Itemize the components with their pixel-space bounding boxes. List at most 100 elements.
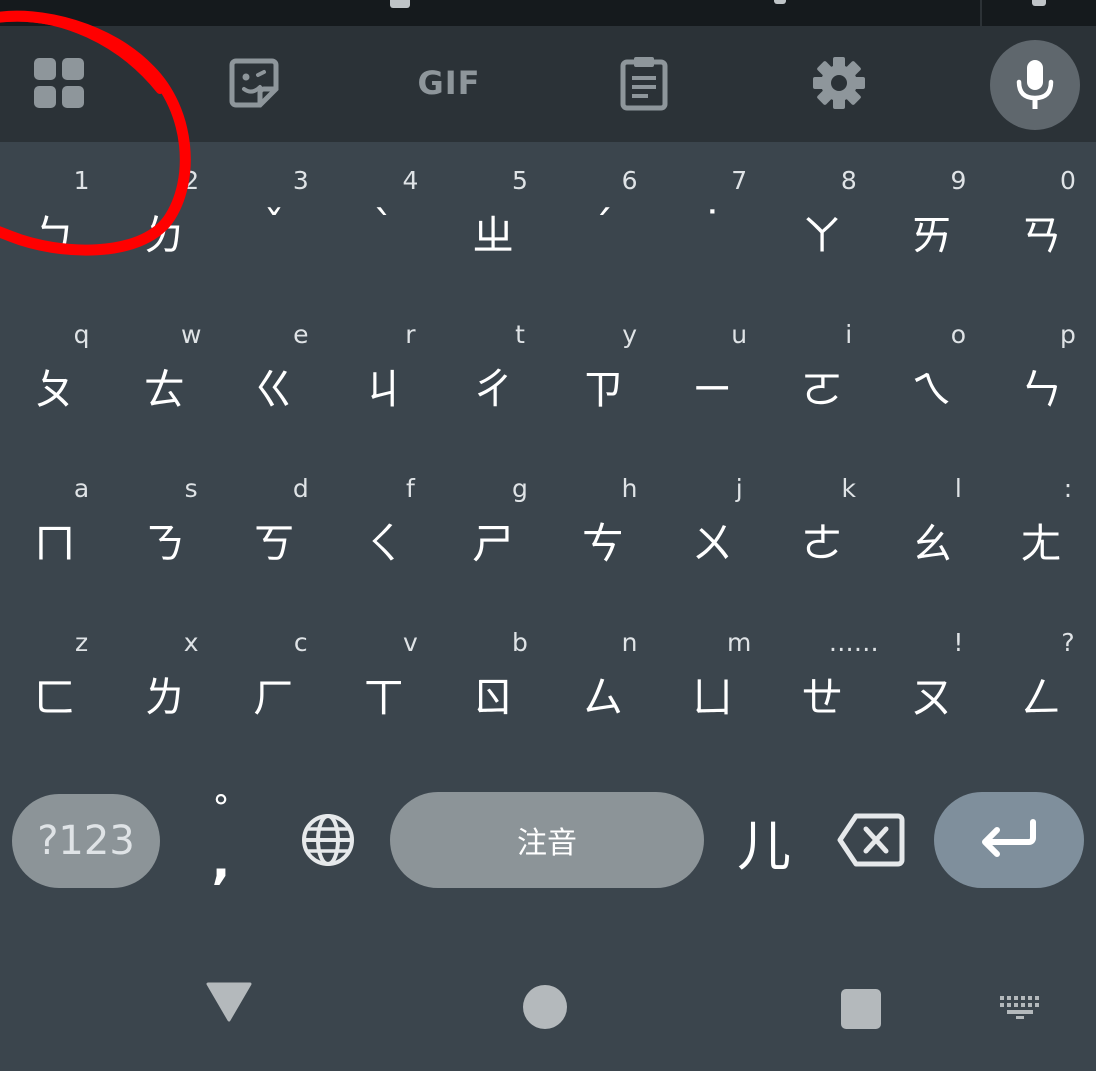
key-4-2[interactable]: xㄌ bbox=[110, 604, 220, 758]
key-1-8[interactable]: 8ㄚ bbox=[767, 142, 877, 296]
key-2-10[interactable]: pㄣ bbox=[986, 296, 1096, 450]
key-4-10[interactable]: ? ㄥ bbox=[986, 604, 1096, 758]
key-symbol: ㄏ bbox=[252, 673, 295, 722]
key-symbol: ㄨ bbox=[691, 519, 734, 568]
key-hint: l bbox=[954, 474, 962, 503]
key-1-6[interactable]: 6ˊ bbox=[548, 142, 658, 296]
key-2-8[interactable]: iㄛ bbox=[767, 296, 877, 450]
key-hint: e bbox=[293, 320, 309, 349]
key-4-1[interactable]: zㄈ bbox=[0, 604, 110, 758]
key-2-5[interactable]: tㄔ bbox=[438, 296, 548, 450]
zhuyin-keyboard: 1 ㄅ 2 ㄉ 3 ˇ 4 ˋ 5 ㄓ 6 ˊ 7 ˙ 8 ㄚ 9 ㄞ 0 ㄢ qㄆwㄊeㄍrㄐtㄔyㄗuㄧiㄛoㄟp… bbox=[0, 142, 1096, 774]
key-1-1[interactable]: 1ㄅ bbox=[0, 142, 110, 296]
language-switch-key[interactable] bbox=[298, 810, 358, 874]
key-3-6[interactable]: hㄘ bbox=[548, 450, 658, 604]
key-symbol: ㄚ bbox=[800, 211, 843, 260]
key-symbol: ㄒ bbox=[362, 673, 405, 722]
key-2-9[interactable]: oㄟ bbox=[877, 296, 987, 450]
key-2-7[interactable]: uㄧ bbox=[658, 296, 768, 450]
key-1-4[interactable]: 4ˋ bbox=[329, 142, 439, 296]
key-symbol: ㄓ bbox=[472, 211, 515, 260]
key-2-3[interactable]: eㄍ bbox=[219, 296, 329, 450]
er-key[interactable]: 儿 bbox=[722, 802, 806, 882]
key-symbol: ㄉ bbox=[143, 211, 186, 260]
key-3-1[interactable]: aㄇ bbox=[0, 450, 110, 604]
key-1-2[interactable]: 2ㄉ bbox=[110, 142, 220, 296]
key-symbol: ˙ bbox=[701, 202, 723, 251]
key-symbol: ㄇ bbox=[33, 519, 76, 568]
key-hint: g bbox=[512, 474, 528, 503]
enter-key[interactable] bbox=[934, 792, 1084, 888]
key-2-6[interactable]: yㄗ bbox=[548, 296, 658, 450]
key-4-6[interactable]: nㄙ bbox=[548, 604, 658, 758]
key-1-7[interactable]: 7 ˙ bbox=[658, 142, 768, 296]
key-4-3[interactable]: cㄏ bbox=[219, 604, 329, 758]
key-3-3[interactable]: dㄎ bbox=[219, 450, 329, 604]
key-3-10[interactable]: :ㄤ bbox=[986, 450, 1096, 604]
key-1-5[interactable]: 5ㄓ bbox=[438, 142, 548, 296]
key-hint: p bbox=[1060, 320, 1076, 349]
punctuation-key[interactable]: ° , bbox=[196, 788, 246, 898]
key-hint: i bbox=[845, 320, 853, 349]
key-symbol: ㄗ bbox=[581, 365, 624, 414]
key-hint: 2 bbox=[183, 166, 200, 195]
key-2-4[interactable]: rㄐ bbox=[329, 296, 439, 450]
key-hint: d bbox=[292, 474, 309, 503]
backspace-key[interactable] bbox=[836, 812, 906, 872]
clipboard-icon[interactable] bbox=[614, 53, 674, 113]
key-3-2[interactable]: sㄋ bbox=[110, 450, 220, 604]
key-symbol: ㄙ bbox=[581, 673, 624, 722]
key-symbol: ㄤ bbox=[1020, 519, 1063, 568]
gear-icon[interactable] bbox=[809, 53, 869, 113]
sticker-icon[interactable] bbox=[224, 53, 284, 113]
key-hint: 1 bbox=[73, 166, 90, 195]
key-3-4[interactable]: fㄑ bbox=[329, 450, 439, 604]
key-2-1[interactable]: qㄆ bbox=[0, 296, 110, 450]
key-symbol: ㄢ bbox=[1020, 211, 1063, 260]
key-symbol: ㄍ bbox=[252, 365, 295, 414]
microphone-button[interactable] bbox=[990, 40, 1080, 130]
backspace-icon bbox=[837, 813, 905, 867]
keyboard-bottom-row: ?123 ° , 注音 儿 bbox=[0, 774, 1096, 904]
key-3-8[interactable]: kㄜ bbox=[767, 450, 877, 604]
key-symbol: ˋ bbox=[373, 202, 395, 251]
key-symbol: ㄣ bbox=[1020, 365, 1063, 414]
key-2-2[interactable]: wㄊ bbox=[110, 296, 220, 450]
keyboard-toolbar: GIF bbox=[0, 26, 1096, 142]
recents-square-icon[interactable] bbox=[840, 988, 882, 1034]
degree-symbol: ° bbox=[212, 788, 230, 828]
keyboard-row-3: aㄇsㄋdㄎfㄑgㄕhㄘjㄨkㄜlㄠ:ㄤ bbox=[0, 450, 1096, 604]
key-3-9[interactable]: lㄠ bbox=[877, 450, 987, 604]
symbols-key[interactable]: ?123 bbox=[12, 794, 160, 888]
key-4-5[interactable]: bㄖ bbox=[438, 604, 548, 758]
key-symbol: ㄡ bbox=[910, 673, 953, 722]
key-hint: n bbox=[621, 628, 638, 657]
key-4-7[interactable]: mㄩ bbox=[658, 604, 768, 758]
key-1-9[interactable]: 9ㄞ bbox=[877, 142, 987, 296]
home-circle-icon[interactable] bbox=[522, 984, 568, 1034]
key-1-3[interactable]: 3ˇ bbox=[219, 142, 329, 296]
gif-icon[interactable]: GIF bbox=[417, 53, 479, 113]
key-hint: 9 bbox=[950, 166, 967, 195]
status-icon-fragment bbox=[1032, 0, 1046, 6]
microphone-icon bbox=[1016, 60, 1054, 109]
key-3-7[interactable]: jㄨ bbox=[658, 450, 768, 604]
key-symbol: ㄅ bbox=[33, 211, 76, 260]
key-1-10[interactable]: 0ㄢ bbox=[986, 142, 1096, 296]
back-triangle-icon[interactable] bbox=[206, 982, 252, 1026]
key-symbol: ㄝ bbox=[800, 673, 843, 722]
navigation-bar bbox=[0, 904, 1096, 1071]
key-symbol: ㄩ bbox=[691, 673, 734, 722]
key-hint: 6 bbox=[621, 166, 638, 195]
key-hint: 4 bbox=[402, 166, 419, 195]
key-4-4[interactable]: vㄒ bbox=[329, 604, 439, 758]
grid-apps-icon[interactable] bbox=[29, 53, 89, 113]
space-key[interactable]: 注音 bbox=[390, 792, 704, 888]
keyboard-switch-icon[interactable] bbox=[998, 994, 1042, 1024]
key-hint: o bbox=[950, 320, 967, 349]
key-4-8[interactable]: …… ㄝ bbox=[767, 604, 879, 758]
key-symbol: ㄊ bbox=[143, 365, 186, 414]
key-4-9[interactable]: ! ㄡ bbox=[877, 604, 987, 758]
key-symbol: ㄧ bbox=[691, 365, 734, 414]
key-3-5[interactable]: gㄕ bbox=[438, 450, 548, 604]
